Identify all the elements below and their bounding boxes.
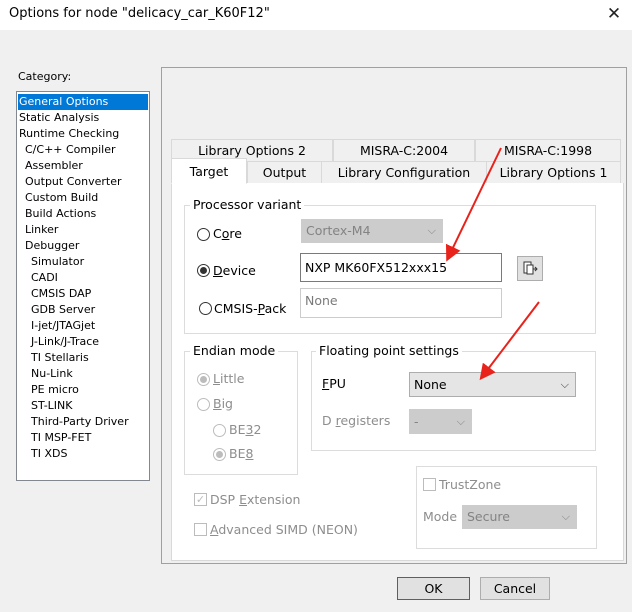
tab-target[interactable]: Target [171,158,247,184]
annotation-arrow [446,147,502,262]
annotation-arrow [479,301,540,381]
annotation-arrows [446,147,540,381]
